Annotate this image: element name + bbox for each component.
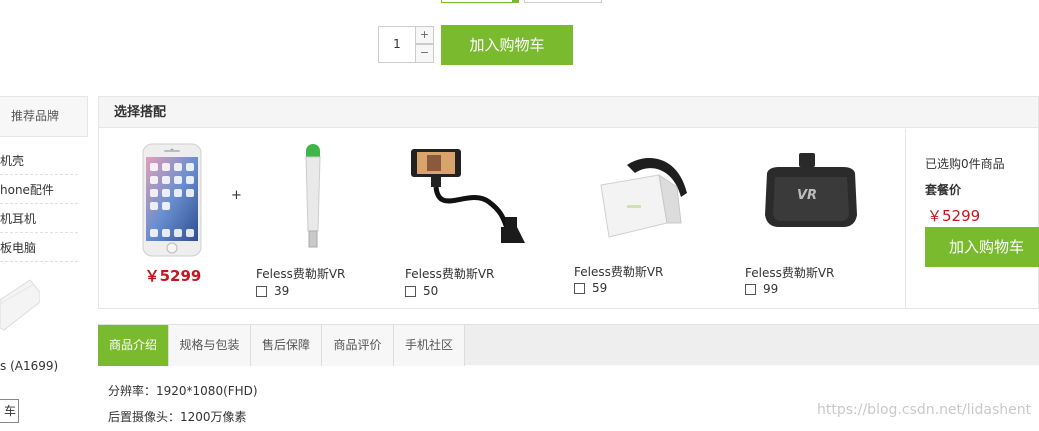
iphone-image[interactable] (142, 143, 202, 257)
accessory-name[interactable]: Feless费勒斯VR (574, 263, 663, 280)
accessory-name[interactable]: Feless费勒斯VR (256, 265, 345, 282)
sidebar-item-case[interactable]: 机壳 (0, 147, 78, 175)
selected-count: 已选购0件商品 (925, 157, 1005, 171)
add-to-cart-button[interactable]: 加入购物车 (441, 25, 573, 65)
accessory-price: 39 (274, 284, 290, 298)
combo-price-label: 套餐价 (925, 183, 962, 197)
sidebar-product-name[interactable]: s (A1699) (0, 359, 58, 373)
watermark: https://blog.csdn.net/lidashent (817, 402, 1032, 418)
accessory-price: 59 (592, 281, 608, 295)
quantity-increase-button[interactable]: + (416, 26, 434, 44)
spec-rear-camera: 后置摄像头：1200万像素 (108, 410, 247, 424)
plus-sign: + (231, 188, 242, 203)
option-selected-stub[interactable] (441, 0, 519, 3)
sidebar-product-image[interactable] (0, 278, 40, 334)
svg-text:VR: VR (797, 188, 817, 203)
tab-reviews[interactable]: 商品评价 (322, 325, 394, 366)
combo-price: ￥5299 (927, 207, 981, 225)
accessory-checkbox[interactable] (745, 284, 756, 295)
accessory-name[interactable]: Feless费勒斯VR (745, 264, 834, 281)
divider (905, 129, 906, 308)
quantity-decrease-button[interactable]: − (416, 44, 434, 63)
usb-lamp-image[interactable] (299, 143, 329, 251)
tab-product-intro[interactable]: 商品介绍 (98, 325, 169, 366)
combo-add-to-cart-button[interactable]: 加入购物车 (925, 227, 1039, 267)
sidebar-item-earphones[interactable]: 机耳机 (0, 205, 78, 233)
phone-holder-image[interactable] (409, 147, 529, 249)
recommended-brands-header[interactable]: 推荐品牌 (0, 96, 88, 137)
tab-community[interactable]: 手机社区 (394, 325, 465, 366)
spec-resolution: 分辨率：1920*1080(FHD) (108, 384, 258, 398)
detail-tabs: 商品介绍 规格与包装 售后保障 商品评价 手机社区 (98, 324, 1039, 366)
combo-panel: 选择搭配 ￥5299 + Feless费勒斯VR 39 Feless费勒斯VR … (98, 96, 1039, 309)
sidebar-item-tablet[interactable]: 板电脑 (0, 234, 78, 262)
sidebar-item-accessories[interactable]: hone配件 (0, 176, 78, 204)
quantity-input[interactable]: 1 (378, 26, 416, 63)
vr-headset-white-image[interactable] (599, 153, 691, 245)
accessory-price: 50 (423, 284, 439, 298)
option-stub[interactable] (524, 0, 602, 3)
vr-headset-black-image[interactable]: VR (763, 153, 859, 235)
accessory-checkbox[interactable] (256, 286, 267, 297)
main-product-price: ￥5299 (144, 267, 202, 285)
accessory-checkbox[interactable] (405, 286, 416, 297)
tab-specs-packaging[interactable]: 规格与包装 (169, 325, 251, 366)
accessory-name[interactable]: Feless费勒斯VR (405, 265, 494, 282)
combo-title: 选择搭配 (99, 97, 1038, 128)
accessory-checkbox[interactable] (574, 283, 585, 294)
accessory-price: 99 (763, 282, 779, 296)
sidebar-product-cart-button[interactable]: 车 (0, 399, 19, 423)
tab-after-sales[interactable]: 售后保障 (251, 325, 322, 366)
